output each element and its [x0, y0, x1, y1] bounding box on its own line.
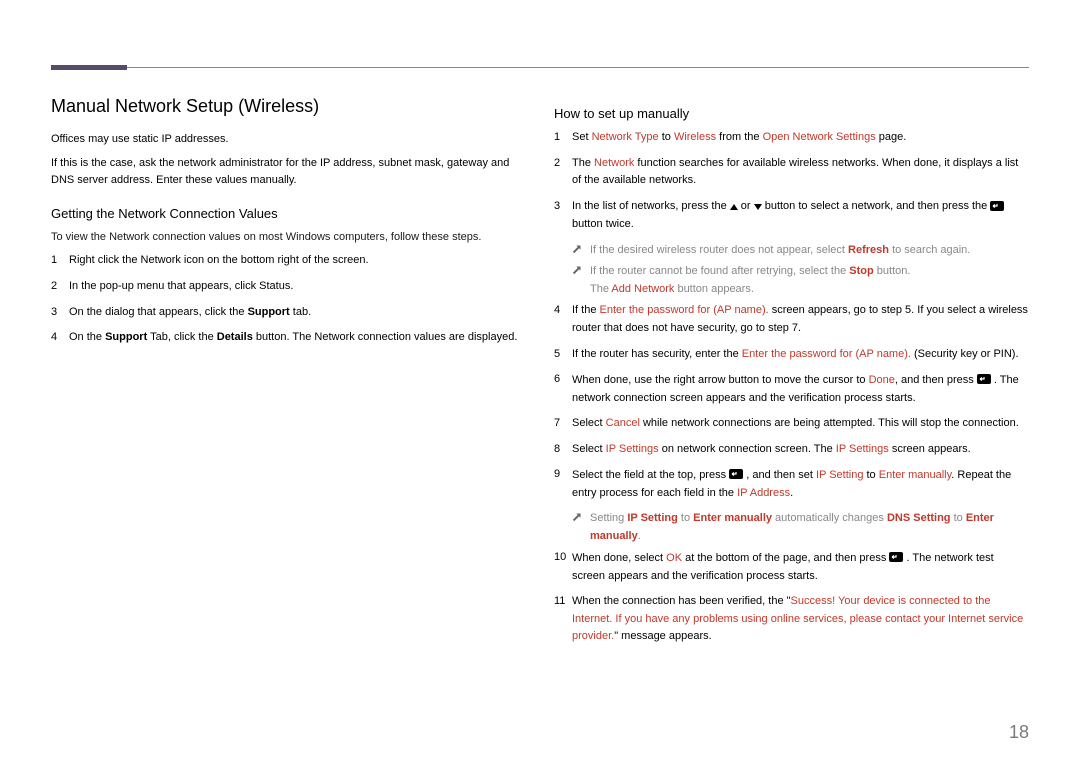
- intro-line-1: Offices may use static IP addresses.: [51, 131, 526, 149]
- enter-icon: [729, 466, 743, 484]
- step-text: On the dialog that appears, click the Su…: [69, 306, 311, 318]
- r-step-3: 3 In the list of networks, press the or …: [554, 198, 1029, 234]
- enter-icon: [990, 198, 1004, 216]
- horizontal-rule: [127, 67, 1029, 68]
- r-step-8: 8 Select IP Settings on network connecti…: [554, 441, 1029, 459]
- note-stop: If the router cannot be found after retr…: [572, 263, 1029, 298]
- r-step-9: 9 Select the field at the top, press , a…: [554, 466, 1029, 502]
- step-4: 4 On the Support Tab, click the Details …: [51, 329, 526, 347]
- enter-icon: [889, 549, 903, 567]
- triangle-down-icon: [754, 204, 762, 210]
- triangle-up-icon: [730, 204, 738, 210]
- enter-icon: [977, 371, 991, 389]
- note-refresh: If the desired wireless router does not …: [572, 242, 1029, 260]
- step-1: 1Right click the Network icon on the bot…: [51, 252, 526, 270]
- r-step-6: 6 When done, use the right arrow button …: [554, 371, 1029, 407]
- page-title: Manual Network Setup (Wireless): [51, 96, 526, 117]
- r-step-1: 1 Set Network Type to Wireless from the …: [554, 129, 1029, 147]
- step-text: Right click the Network icon on the bott…: [69, 254, 369, 266]
- step-text: On the Support Tab, click the Details bu…: [69, 331, 517, 343]
- r-step-4: 4 If the Enter the password for (AP name…: [554, 302, 1029, 337]
- steps-list-right-2: 4 If the Enter the password for (AP name…: [554, 302, 1029, 502]
- pencil-icon: [572, 243, 584, 257]
- left-column: Manual Network Setup (Wireless) Offices …: [51, 96, 526, 654]
- section1-lead: To view the Network connection values on…: [51, 229, 526, 247]
- r-step-11: 11 When the connection has been verified…: [554, 593, 1029, 646]
- page-number: 18: [1009, 722, 1029, 743]
- step-3: 3 On the dialog that appears, click the …: [51, 304, 526, 322]
- intro-line-2: If this is the case, ask the network adm…: [51, 155, 526, 190]
- steps-list-right-3: 10 When done, select OK at the bottom of…: [554, 549, 1029, 646]
- r-step-7: 7 Select Cancel while network connection…: [554, 415, 1029, 433]
- note-ip-setting: Setting IP Setting to Enter manually aut…: [572, 510, 1029, 545]
- pencil-icon: [572, 264, 584, 278]
- section-heading-manual-setup: How to set up manually: [554, 106, 1029, 121]
- right-column: How to set up manually 1 Set Network Typ…: [554, 96, 1029, 654]
- pencil-icon: [572, 511, 584, 525]
- r-step-10: 10 When done, select OK at the bottom of…: [554, 549, 1029, 585]
- section-heading-connection-values: Getting the Network Connection Values: [51, 206, 526, 221]
- accent-bar: [51, 65, 127, 70]
- content-columns: Manual Network Setup (Wireless) Offices …: [51, 96, 1029, 654]
- steps-list-left: 1Right click the Network icon on the bot…: [51, 252, 526, 346]
- r-step-5: 5 If the router has security, enter the …: [554, 346, 1029, 364]
- step-text: In the pop-up menu that appears, click S…: [69, 280, 293, 292]
- step-2: 2In the pop-up menu that appears, click …: [51, 278, 526, 296]
- r-step-2: 2 The Network function searches for avai…: [554, 155, 1029, 190]
- steps-list-right: 1 Set Network Type to Wireless from the …: [554, 129, 1029, 234]
